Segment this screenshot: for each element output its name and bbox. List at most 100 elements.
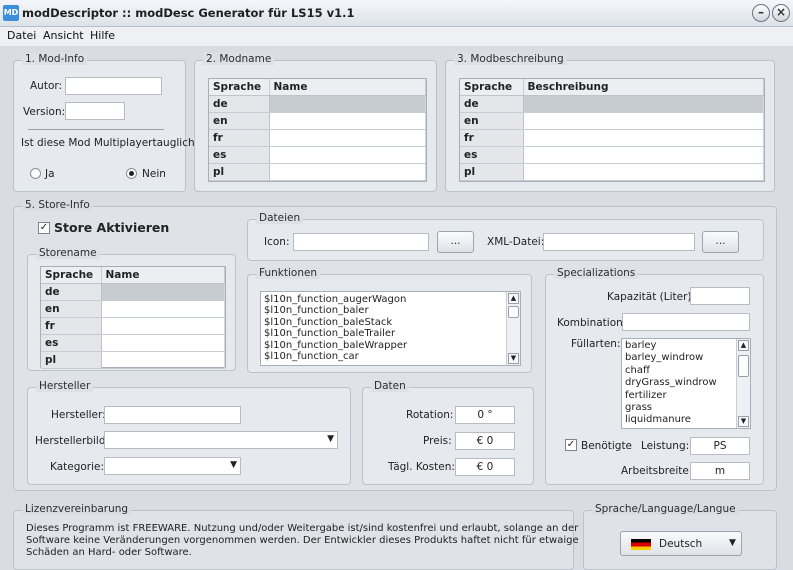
xml-browse-button[interactable]: ... bbox=[702, 231, 739, 253]
menu-ansicht[interactable]: Ansicht bbox=[43, 29, 84, 42]
lizenz-title: Lizenzvereinbarung bbox=[22, 503, 132, 515]
list-item[interactable]: barley_windrow bbox=[625, 352, 734, 364]
kombination-input[interactable] bbox=[622, 313, 750, 331]
sprache-group: Sprache/Language/Langue Deutsch ▼ bbox=[583, 503, 777, 570]
autor-label: Autor: bbox=[30, 80, 63, 92]
table-row[interactable]: fr bbox=[41, 317, 225, 335]
table-row[interactable]: de bbox=[460, 95, 764, 113]
icon-browse-button[interactable]: ... bbox=[437, 231, 474, 253]
kombination-label: Kombination: bbox=[557, 317, 627, 329]
storename-grid[interactable]: Sprache Name de en fr es pl bbox=[40, 266, 226, 369]
app-icon: MD bbox=[3, 5, 19, 21]
list-item[interactable]: $l10n_function_augerWagon bbox=[264, 294, 504, 305]
table-row[interactable]: fr bbox=[460, 129, 764, 147]
list-item[interactable]: $l10n_function_baleStack bbox=[264, 317, 504, 328]
leistung-input[interactable]: PS bbox=[690, 437, 750, 455]
list-item[interactable]: chaff bbox=[625, 365, 734, 377]
table-row[interactable]: es bbox=[209, 146, 426, 164]
table-row[interactable]: pl bbox=[41, 351, 225, 369]
daten-title: Daten bbox=[371, 380, 409, 392]
close-button[interactable]: × bbox=[772, 4, 790, 22]
benoetigte-checkbox[interactable]: ✓ bbox=[565, 439, 577, 451]
table-row[interactable]: de bbox=[209, 95, 426, 113]
kategorie-dropdown[interactable]: ▼ bbox=[104, 457, 241, 475]
herstellerbild-dropdown[interactable]: ▼ bbox=[104, 431, 338, 449]
scroll-up-icon[interactable]: ▲ bbox=[508, 293, 519, 304]
sprache-title: Sprache/Language/Langue bbox=[592, 503, 739, 515]
hersteller-input[interactable] bbox=[104, 406, 241, 424]
list-item[interactable]: $l10n_function_baleWrapper bbox=[264, 340, 504, 351]
specializations-title: Specializations bbox=[554, 267, 639, 279]
daten-group: Daten Rotation: 0 ° Preis: € 0 Tägl. Kos… bbox=[362, 380, 534, 485]
kosten-input[interactable]: € 0 bbox=[455, 458, 515, 476]
mod-info-title: 1. Mod-Info bbox=[22, 53, 88, 65]
funktionen-group: Funktionen $l10n_function_augerWagon $l1… bbox=[247, 267, 532, 373]
dateien-title: Dateien bbox=[256, 212, 304, 224]
list-item[interactable]: $l10n_function_baleTrailer bbox=[264, 328, 504, 339]
funktionen-list[interactable]: $l10n_function_augerWagon $l10n_function… bbox=[260, 291, 521, 366]
divider bbox=[28, 129, 164, 130]
table-row[interactable]: pl bbox=[460, 163, 764, 181]
arbeitsbreite-input[interactable]: m bbox=[690, 462, 750, 480]
list-item[interactable]: grass bbox=[625, 402, 734, 414]
list-item[interactable]: liquidmanure bbox=[625, 414, 734, 426]
list-item[interactable]: barley bbox=[625, 340, 734, 352]
modname-grid[interactable]: Sprache Name de en fr es pl bbox=[208, 78, 427, 182]
store-info-title: 5. Store-Info bbox=[22, 199, 93, 211]
table-row[interactable]: pl bbox=[209, 163, 426, 181]
list-item[interactable]: $l10n_function_car bbox=[264, 351, 504, 362]
benoetigte-label: Benötigte bbox=[581, 440, 633, 452]
title-bar: MD modDescriptor :: modDesc Generator fü… bbox=[0, 0, 793, 27]
preis-input[interactable]: € 0 bbox=[455, 432, 515, 450]
fuellarten-scrollbar[interactable]: ▲ ▼ bbox=[736, 339, 750, 428]
fuellarten-list[interactable]: barley barley_windrow chaff dryGrass_win… bbox=[621, 338, 751, 429]
chevron-down-icon: ▼ bbox=[230, 460, 237, 470]
table-row[interactable]: de bbox=[41, 283, 225, 301]
funktionen-scrollbar[interactable]: ▲ ▼ bbox=[506, 292, 520, 365]
menu-datei[interactable]: Datei bbox=[7, 29, 36, 42]
preis-label: Preis: bbox=[423, 435, 452, 447]
scroll-thumb[interactable] bbox=[738, 355, 749, 377]
arbeitsbreite-label: Arbeitsbreite: bbox=[621, 465, 693, 477]
multiplayer-question: Ist diese Mod Multiplayertauglich? bbox=[21, 137, 201, 149]
minimize-button[interactable]: – bbox=[752, 4, 770, 22]
list-item[interactable]: dryGrass_windrow bbox=[625, 377, 734, 389]
table-row[interactable]: fr bbox=[209, 129, 426, 147]
icon-label: Icon: bbox=[264, 236, 290, 248]
table-row[interactable]: es bbox=[460, 146, 764, 164]
scroll-thumb[interactable] bbox=[508, 306, 519, 318]
language-dropdown[interactable]: Deutsch ▼ bbox=[620, 531, 742, 556]
list-item[interactable]: fertilizer bbox=[625, 390, 734, 402]
radio-nein[interactable] bbox=[126, 168, 137, 179]
table-row[interactable]: es bbox=[41, 334, 225, 352]
version-input[interactable] bbox=[65, 102, 125, 120]
radio-nein-label: Nein bbox=[142, 168, 166, 180]
chevron-down-icon: ▼ bbox=[327, 434, 334, 444]
store-activate-checkbox[interactable]: ✓ bbox=[38, 222, 50, 234]
hersteller-group: Hersteller Hersteller: Herstellerbild: ▼… bbox=[27, 380, 351, 485]
menu-hilfe[interactable]: Hilfe bbox=[90, 29, 115, 42]
dateien-group: Dateien Icon: ... XML-Datei: ... bbox=[247, 212, 764, 261]
scroll-down-icon[interactable]: ▼ bbox=[508, 353, 519, 364]
list-item[interactable]: $l10n_function_baler bbox=[264, 305, 504, 316]
autor-input[interactable] bbox=[65, 77, 162, 95]
german-flag-icon bbox=[631, 539, 651, 550]
funktionen-title: Funktionen bbox=[256, 267, 321, 279]
icon-path-input[interactable] bbox=[293, 233, 429, 251]
kapazitaet-input[interactable] bbox=[690, 287, 750, 305]
scroll-down-icon[interactable]: ▼ bbox=[738, 416, 749, 427]
xml-label: XML-Datei: bbox=[487, 236, 545, 248]
hersteller-title: Hersteller bbox=[36, 380, 94, 392]
table-row[interactable]: en bbox=[209, 112, 426, 130]
table-row[interactable]: en bbox=[460, 112, 764, 130]
table-row[interactable]: en bbox=[41, 300, 225, 318]
rotation-input[interactable]: 0 ° bbox=[455, 406, 515, 424]
menu-bar: Datei Ansicht Hilfe bbox=[0, 27, 793, 46]
hersteller-label: Hersteller: bbox=[51, 409, 106, 421]
language-selected: Deutsch bbox=[659, 538, 703, 550]
modbeschreibung-grid[interactable]: Sprache Beschreibung de en fr es pl bbox=[459, 78, 765, 182]
radio-ja[interactable] bbox=[30, 168, 41, 179]
scroll-up-icon[interactable]: ▲ bbox=[738, 340, 749, 351]
xml-path-input[interactable] bbox=[543, 233, 695, 251]
lizenz-text-line2: Software keine Veränderungen vorgenommen… bbox=[26, 535, 579, 546]
